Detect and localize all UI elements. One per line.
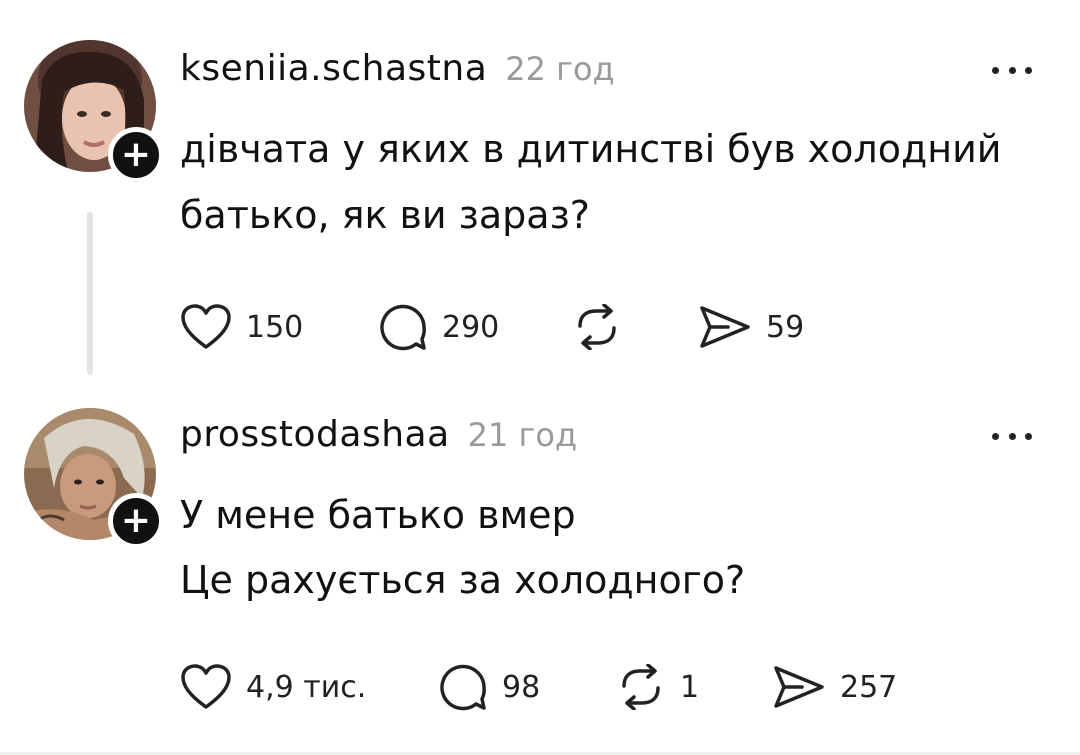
repost-icon: [578, 304, 616, 350]
post-text-line: батько, як ви зараз?: [180, 193, 590, 237]
repost-count: 1: [680, 669, 700, 705]
share-count: 257: [840, 669, 898, 705]
like-count: 4,9 тис.: [246, 669, 367, 705]
post-prosstodashaa: + prosstodashaa 21 год У мене батько вме…: [0, 390, 1080, 755]
comment-button[interactable]: 98: [438, 660, 540, 714]
timestamp: 21 год: [467, 416, 578, 454]
post-text-line: У мене батько вмер: [180, 493, 576, 537]
more-icon[interactable]: [992, 64, 1032, 76]
share-button[interactable]: 257: [772, 660, 897, 714]
like-button[interactable]: 150: [180, 300, 303, 354]
more-icon[interactable]: [992, 430, 1032, 442]
comment-count: 290: [442, 309, 500, 345]
share-icon: [774, 666, 824, 708]
comment-button[interactable]: 290: [378, 300, 499, 354]
like-count: 150: [246, 309, 304, 345]
follow-button[interactable]: +: [108, 127, 164, 183]
heart-icon: [181, 304, 231, 349]
heart-icon: [181, 664, 231, 709]
repost-button[interactable]: 1: [616, 660, 699, 714]
share-count: 59: [766, 309, 805, 345]
share-button[interactable]: 59: [698, 300, 804, 354]
like-button[interactable]: 4,9 тис.: [180, 660, 366, 714]
post-text-line: дівчата у яких в дитинстві був холодний: [180, 127, 1002, 171]
thread-line: [87, 212, 93, 375]
post-header: kseniia.schastna 22 год: [180, 48, 615, 89]
post-kseniia: + kseniia.schastna 22 год дівчата у яких…: [0, 0, 1080, 390]
follow-button[interactable]: +: [108, 493, 164, 549]
comment-icon: [380, 304, 426, 351]
share-icon: [700, 306, 750, 348]
timestamp: 22 год: [505, 50, 615, 88]
repost-icon: [622, 664, 660, 710]
comment-count: 98: [502, 669, 541, 705]
username[interactable]: kseniia.schastna: [180, 48, 487, 89]
username[interactable]: prosstodashaa: [180, 414, 450, 455]
repost-button[interactable]: [572, 300, 636, 354]
post-text-line: Це рахується за холодного?: [180, 558, 746, 602]
comment-icon: [440, 664, 486, 711]
post-header: prosstodashaa 21 год: [180, 414, 577, 455]
